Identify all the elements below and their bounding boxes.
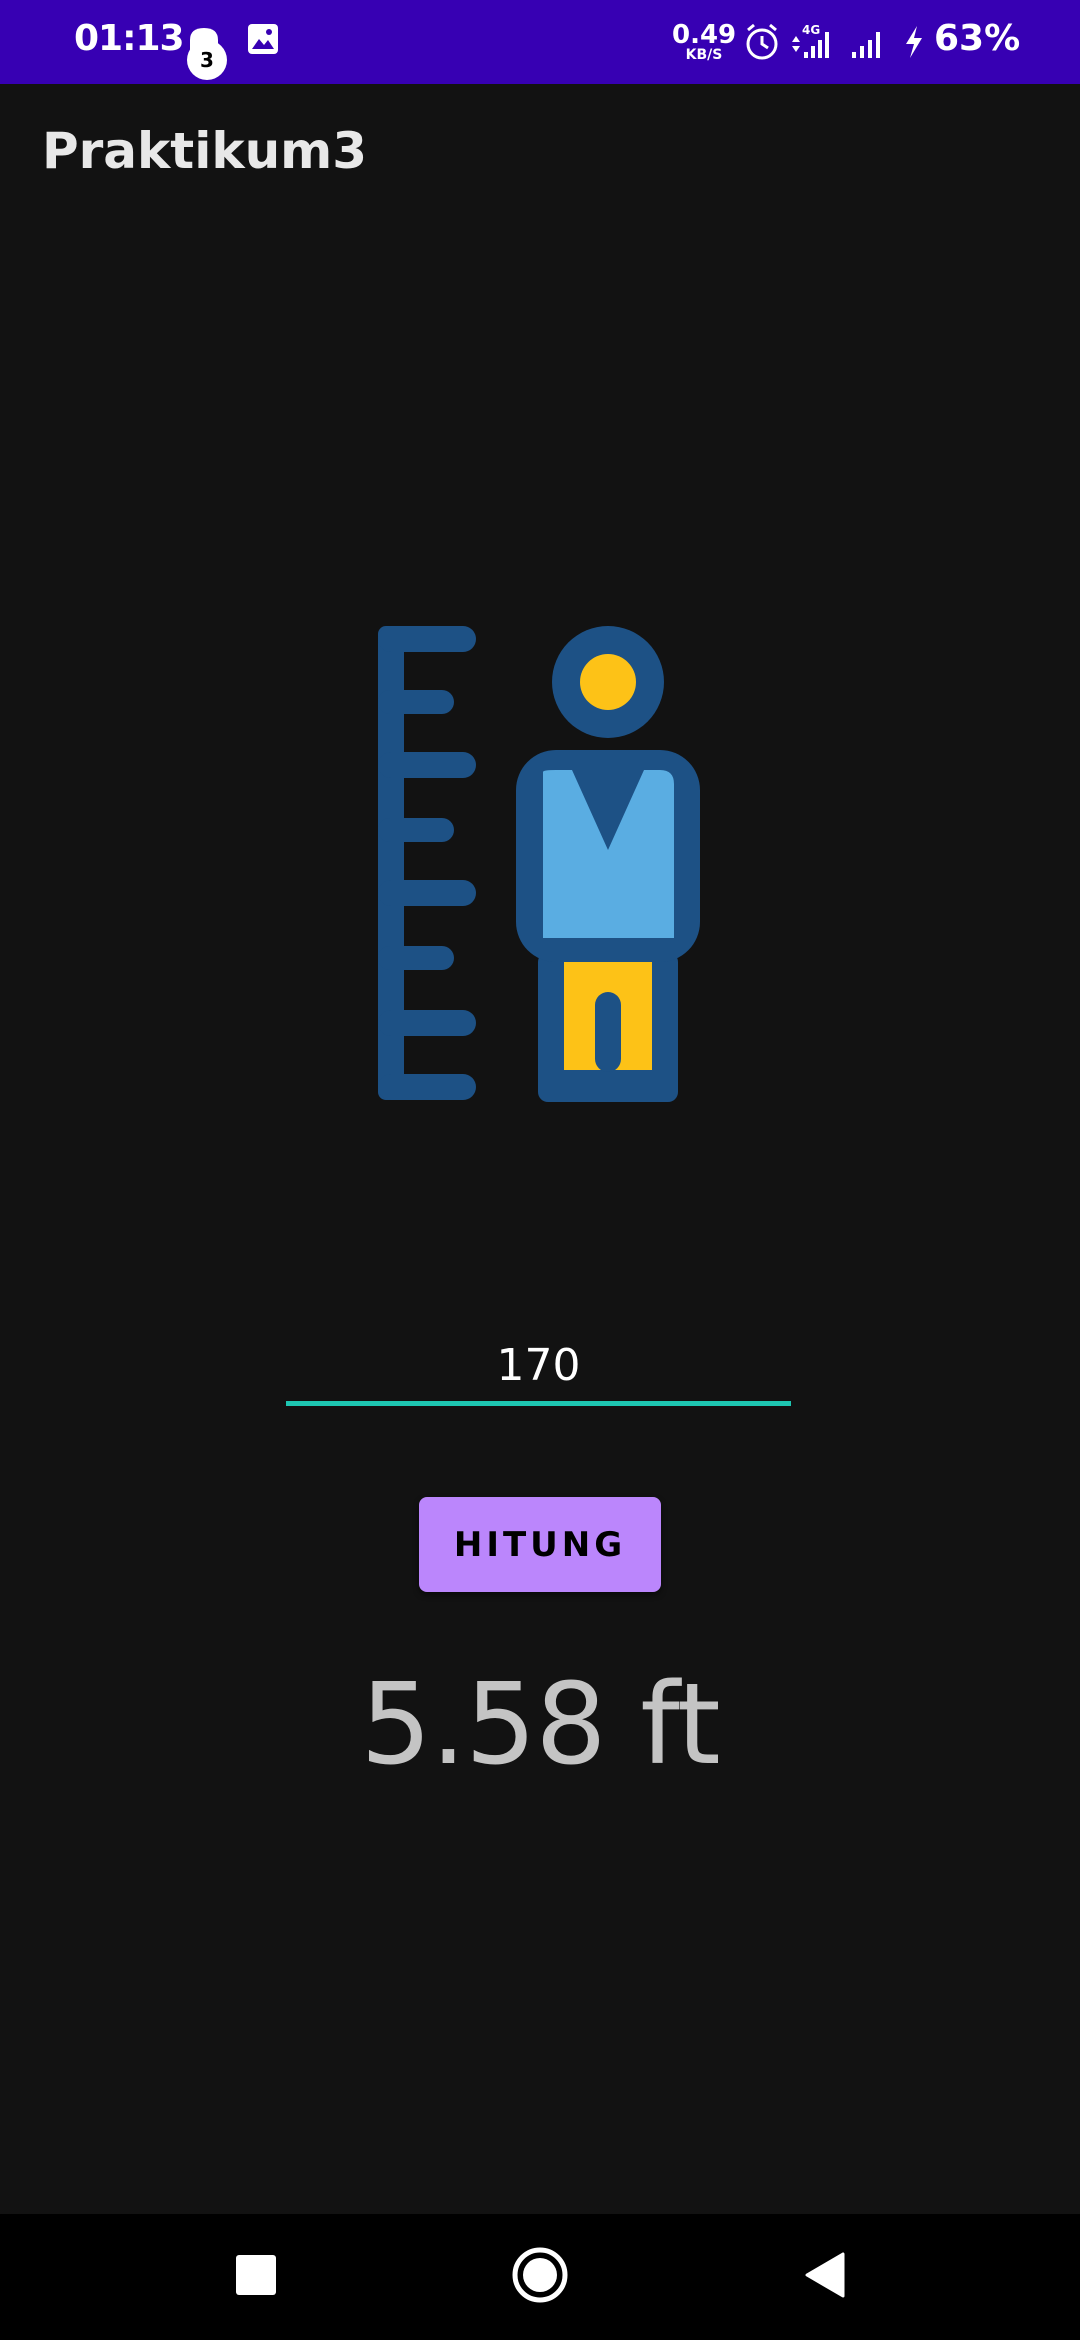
home-button[interactable] [480, 2214, 600, 2340]
app-title: Praktikum3 [42, 122, 368, 180]
signal-bars-icon [850, 22, 884, 66]
svg-text:4G: 4G [802, 23, 820, 37]
triangle-back-icon [803, 2252, 845, 2302]
circle-icon [510, 2245, 570, 2309]
alarm-icon [744, 22, 780, 66]
app-screen: 01:13 3 0.49 KB/S 4G 63% Praktikum3 170 … [0, 0, 1080, 2340]
result-text: 5.58 ft [360, 1660, 720, 1790]
image-notification-icon [246, 22, 280, 60]
recents-button[interactable] [196, 2214, 316, 2340]
network-speed-unit: KB/S [685, 47, 723, 63]
notification-count-badge: 3 [187, 40, 227, 80]
status-time: 01:13 [74, 18, 185, 59]
charging-icon [900, 22, 928, 66]
signal-4g-icon: 4G [788, 22, 838, 66]
battery-percentage: 63% [934, 18, 1021, 59]
hitung-button[interactable]: HITUNG [419, 1497, 661, 1592]
height-input[interactable] [286, 1330, 791, 1406]
navigation-bar [0, 2214, 1080, 2340]
network-speed-value: 0.49 [672, 20, 737, 50]
back-button[interactable] [764, 2214, 884, 2340]
network-speed: 0.49 KB/S [672, 22, 736, 62]
status-bar: 01:13 3 0.49 KB/S 4G 63% [0, 0, 1080, 84]
square-icon [236, 2255, 276, 2299]
height-measure-person-icon [376, 622, 702, 1102]
